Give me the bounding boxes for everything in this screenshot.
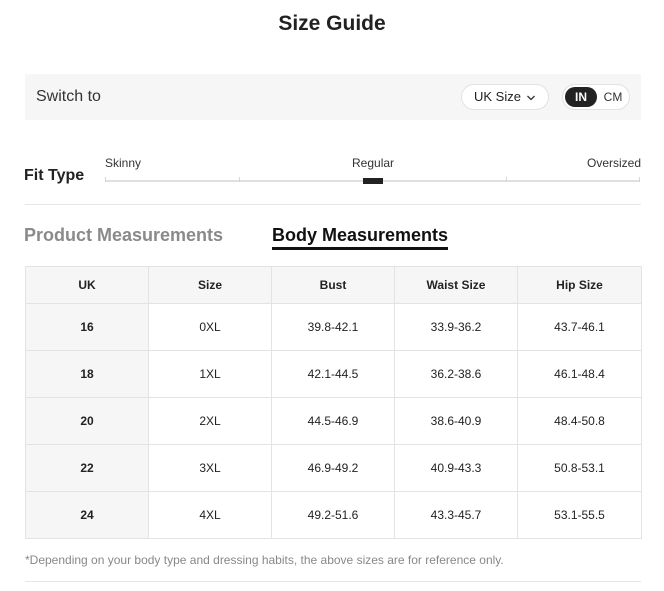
fit-type-marker[interactable] (363, 178, 383, 184)
switch-bar: Switch to UK Size IN CM (25, 74, 641, 120)
active-tab-indicator (272, 247, 448, 250)
reference-note: *Depending on your body type and dressin… (25, 553, 504, 567)
unit-in-button[interactable]: IN (565, 87, 597, 107)
header-size: Size (148, 266, 272, 304)
header-hip-size: Hip Size (517, 266, 642, 304)
size-table: UK Size Bust Waist Size Hip Size 16 0XL … (25, 266, 642, 539)
cell-waist: 40.9-43.3 (394, 444, 518, 492)
switch-label: Switch to (36, 88, 101, 105)
cell-bust: 44.5-46.9 (271, 397, 395, 445)
table-row: 24 4XL 49.2-51.6 43.3-45.7 53.1-55.5 (25, 491, 642, 539)
cell-bust: 49.2-51.6 (271, 491, 395, 539)
page-title: Size Guide (278, 12, 386, 35)
cell-hip: 43.7-46.1 (517, 303, 642, 351)
cell-uk: 22 (25, 444, 149, 492)
size-system-value: UK Size (474, 89, 521, 104)
unit-toggle: IN CM (562, 84, 630, 110)
cell-uk: 18 (25, 350, 149, 398)
cell-bust: 46.9-49.2 (271, 444, 395, 492)
header-waist-size: Waist Size (394, 266, 518, 304)
cell-waist: 38.6-40.9 (394, 397, 518, 445)
cell-waist: 36.2-38.6 (394, 350, 518, 398)
divider (25, 581, 641, 582)
cell-waist: 33.9-36.2 (394, 303, 518, 351)
cell-hip: 50.8-53.1 (517, 444, 642, 492)
cell-hip: 53.1-55.5 (517, 491, 642, 539)
cell-size: 3XL (148, 444, 272, 492)
table-row: 16 0XL 39.8-42.1 33.9-36.2 43.7-46.1 (25, 303, 642, 351)
fit-type-label: Fit Type (24, 167, 85, 184)
cell-uk: 20 (25, 397, 149, 445)
cell-hip: 46.1-48.4 (517, 350, 642, 398)
fit-option-oversized[interactable]: Oversized (587, 156, 641, 170)
fit-tick (506, 177, 507, 182)
header-uk: UK (25, 266, 149, 304)
size-system-dropdown[interactable]: UK Size (461, 84, 549, 110)
divider (25, 204, 641, 205)
cell-waist: 43.3-45.7 (394, 491, 518, 539)
cell-uk: 16 (25, 303, 149, 351)
tab-body-measurements[interactable]: Body Measurements (272, 225, 448, 246)
fit-tick (239, 177, 240, 182)
cell-size: 2XL (148, 397, 272, 445)
fit-option-skinny[interactable]: Skinny (105, 156, 141, 170)
table-row: 22 3XL 46.9-49.2 40.9-43.3 50.8-53.1 (25, 444, 642, 492)
cell-bust: 39.8-42.1 (271, 303, 395, 351)
table-row: 18 1XL 42.1-44.5 36.2-38.6 46.1-48.4 (25, 350, 642, 398)
unit-cm-button[interactable]: CM (599, 87, 627, 107)
cell-size: 4XL (148, 491, 272, 539)
tab-product-measurements[interactable]: Product Measurements (24, 225, 223, 246)
header-bust: Bust (271, 266, 395, 304)
chevron-down-icon (526, 85, 536, 109)
fit-tick (105, 177, 106, 182)
cell-size: 0XL (148, 303, 272, 351)
fit-tick (639, 177, 640, 182)
cell-uk: 24 (25, 491, 149, 539)
table-header-row: UK Size Bust Waist Size Hip Size (25, 266, 642, 304)
cell-size: 1XL (148, 350, 272, 398)
cell-hip: 48.4-50.8 (517, 397, 642, 445)
cell-bust: 42.1-44.5 (271, 350, 395, 398)
table-row: 20 2XL 44.5-46.9 38.6-40.9 48.4-50.8 (25, 397, 642, 445)
fit-option-regular[interactable]: Regular (352, 156, 394, 170)
